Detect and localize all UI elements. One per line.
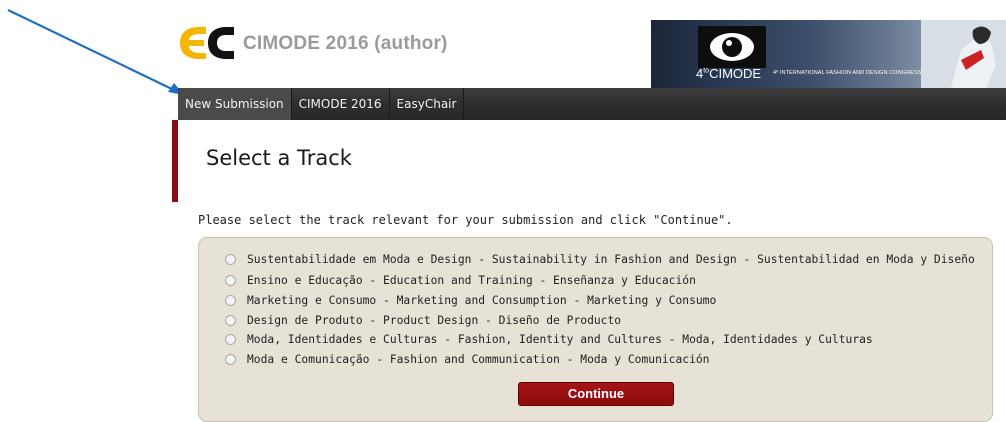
banner-brand: 4toCIMODE (696, 66, 762, 81)
track-label: Moda, Identidades e Culturas - Fashion, … (247, 332, 873, 346)
app-title: CIMODE 2016 (author) (243, 33, 448, 54)
track-radio[interactable] (225, 294, 236, 306)
track-label: Sustentabilidade em Moda e Design - Sust… (247, 252, 975, 266)
nav-cimode-2016[interactable]: CIMODE 2016 (292, 88, 390, 120)
continue-button[interactable]: Continue (518, 382, 674, 406)
track-label: Marketing e Consumo - Marketing and Cons… (247, 293, 717, 307)
conference-banner: 4toCIMODE 4º INTERNATIONAL FASHION AND D… (651, 20, 1006, 88)
track-radio[interactable] (225, 333, 236, 345)
easychair-logo (180, 27, 234, 59)
annotation-arrow (7, 9, 184, 95)
track-label: Moda e Comunicação - Fashion and Communi… (247, 352, 710, 366)
track-selection-box: Sustentabilidade em Moda e Design - Sust… (198, 237, 993, 422)
track-radio[interactable] (225, 314, 236, 326)
track-label: Ensino e Educação - Education and Traini… (247, 273, 696, 287)
eye-logo-icon (698, 26, 766, 68)
model-photo (921, 20, 1006, 88)
track-option[interactable]: Sustentabilidade em Moda e Design - Sust… (225, 250, 975, 268)
page-title: Select a Track (206, 146, 352, 170)
track-option[interactable]: Moda, Identidades e Culturas - Fashion, … (225, 330, 873, 348)
heading-accent-bar (172, 120, 178, 202)
nav-easychair[interactable]: EasyChair (390, 88, 465, 120)
banner-subtitle: 4º INTERNATIONAL FASHION AND DESIGN CONG… (773, 70, 922, 76)
track-option[interactable]: Ensino e Educação - Education and Traini… (225, 271, 696, 289)
track-option[interactable]: Moda e Comunicação - Fashion and Communi… (225, 350, 710, 368)
instructions-text: Please select the track relevant for you… (198, 213, 733, 227)
track-radio[interactable] (225, 253, 236, 265)
track-radio[interactable] (225, 274, 236, 286)
main-nav: New Submission CIMODE 2016 EasyChair (178, 88, 1006, 120)
track-option[interactable]: Design de Produto - Product Design - Dis… (225, 311, 621, 329)
track-label: Design de Produto - Product Design - Dis… (247, 313, 622, 327)
nav-new-submission[interactable]: New Submission (178, 88, 292, 120)
track-option[interactable]: Marketing e Consumo - Marketing and Cons… (225, 291, 716, 309)
track-radio[interactable] (225, 353, 236, 365)
